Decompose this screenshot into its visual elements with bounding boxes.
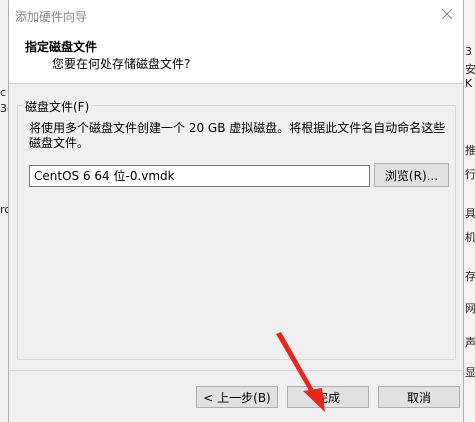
disk-file-description: 将使用多个磁盘文件创建一个 20 GB 虚拟磁盘。将根据此文件名自动命名这些磁盘… xyxy=(29,121,446,150)
page-subtitle: 您要在何处存储磁盘文件? xyxy=(52,57,191,71)
disk-file-path-input[interactable] xyxy=(29,165,370,187)
disk-file-group-label: 磁盘文件(F) xyxy=(23,98,92,115)
bg-text-fragment: 行 xyxy=(465,168,475,181)
wizard-header: 指定磁盘文件 您要在何处存储磁盘文件? xyxy=(9,30,463,84)
bg-text-fragment: 显 xyxy=(465,366,475,379)
bg-text-fragment: 推 xyxy=(465,144,475,157)
bg-text-fragment: 安 xyxy=(465,63,475,76)
dialog-title: 添加硬件向导 xyxy=(15,10,88,24)
bg-text-fragment: 机 xyxy=(465,231,475,244)
close-icon[interactable] xyxy=(439,6,455,22)
bg-text-fragment: 3 xyxy=(465,45,472,58)
bg-text-fragment: K xyxy=(465,77,473,90)
page-title: 指定磁盘文件 xyxy=(25,40,98,54)
browse-button[interactable]: 浏览(R)... xyxy=(374,163,449,187)
dialog-titlebar[interactable]: 添加硬件向导 xyxy=(9,0,463,30)
background-window-left-edge: c 3c rc xyxy=(0,0,13,422)
cancel-button[interactable]: 取消 xyxy=(378,386,460,408)
back-button[interactable]: < 上一步(B) xyxy=(196,386,278,408)
bg-text-fragment: 具 xyxy=(465,207,475,220)
bg-text-fragment: c xyxy=(0,86,7,99)
footer-divider xyxy=(9,370,463,371)
finish-button[interactable]: 完成 xyxy=(287,386,369,408)
bg-text-fragment: 网 xyxy=(465,302,475,315)
bg-text-fragment: 声 xyxy=(465,336,475,349)
add-hardware-wizard-dialog: 添加硬件向导 指定磁盘文件 您要在何处存储磁盘文件? 磁盘文件(F) 将使用多个… xyxy=(8,0,464,422)
bg-text-fragment: 存 xyxy=(465,270,475,283)
